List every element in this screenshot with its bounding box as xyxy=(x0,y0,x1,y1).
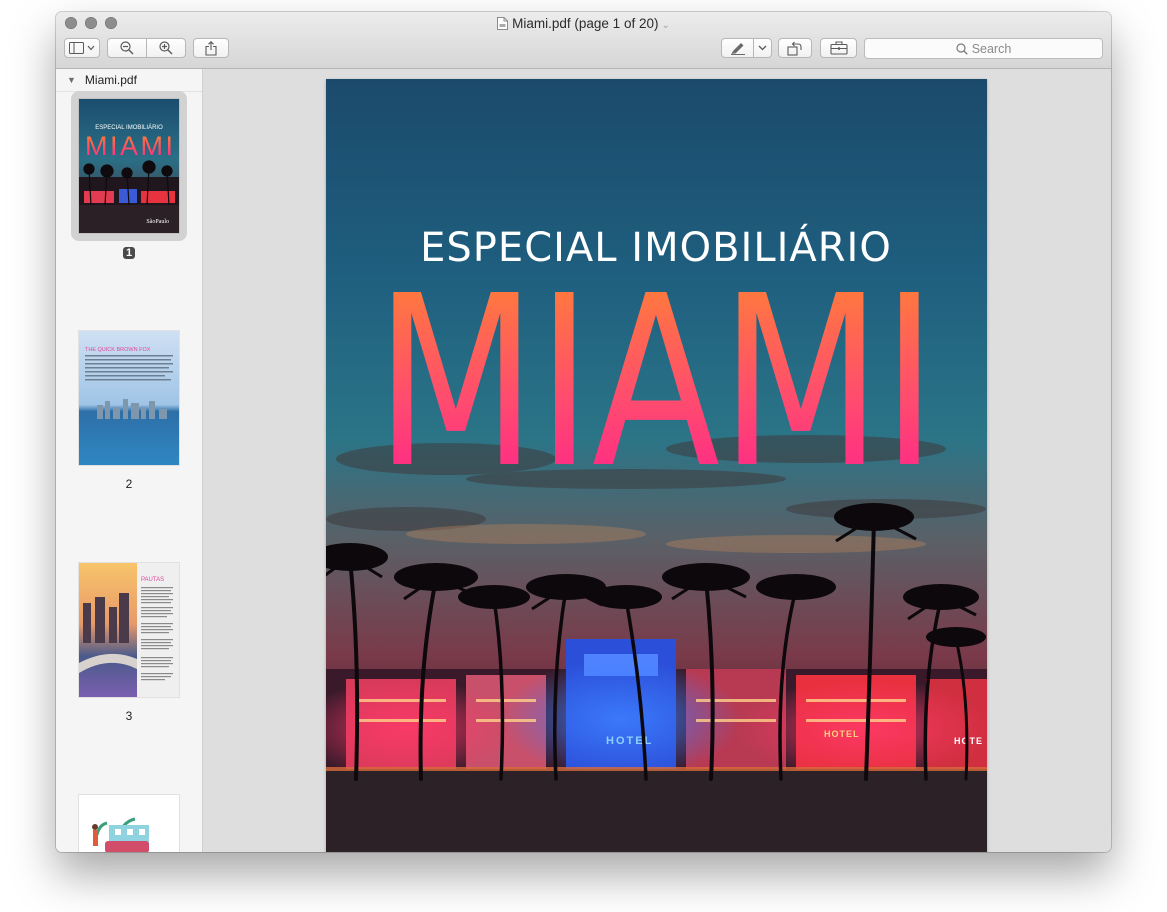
page-number-1: 1 xyxy=(122,247,136,259)
sidebar-icon xyxy=(69,42,95,54)
thumb2-heading: THE QUICK BROWN FOX xyxy=(85,347,151,353)
title-bar: Miami.pdf (page 1 of 20) ⌄ Search xyxy=(56,12,1111,69)
thumbnail-page-1[interactable]: ESPECIAL IMOBILIÁRIO MIAMI SãoPaulo xyxy=(79,99,179,233)
search-icon xyxy=(956,42,968,55)
hotel-sign-3: HOTE xyxy=(954,736,983,746)
chevron-down-icon xyxy=(758,45,767,51)
zoom-out-button[interactable] xyxy=(107,38,147,58)
thumbnail-page-3[interactable]: PAUTAS xyxy=(79,563,179,697)
thumb1-title: MIAMI xyxy=(85,131,173,161)
cover-title: MIAMI xyxy=(375,245,937,520)
preview-window: Miami.pdf (page 1 of 20) ⌄ Search ▼ Miam… xyxy=(56,12,1111,852)
highlight-options-button[interactable] xyxy=(753,38,772,58)
sidebar-file-name: Miami.pdf xyxy=(84,73,137,87)
highlight-button[interactable] xyxy=(721,38,754,58)
hotel-sign-1: HOTEL xyxy=(606,735,653,747)
thumb1-logo: SãoPaulo xyxy=(146,219,169,225)
markup-toolbar-button[interactable] xyxy=(820,38,857,58)
search-field[interactable]: Search xyxy=(864,38,1103,59)
page-number-2: 2 xyxy=(125,477,133,491)
thumbnail-sidebar[interactable]: ▼ Miami.pdf ESPECIAL IMOBILIÁRIO MIAMI S… xyxy=(56,69,203,852)
zoom-in-icon xyxy=(159,41,173,55)
share-icon xyxy=(205,40,217,56)
thumb1-subtitle: ESPECIAL IMOBILIÁRIO xyxy=(95,124,163,131)
thumbnail-page-4[interactable] xyxy=(79,795,179,852)
title-chevron-down-icon[interactable]: ⌄ xyxy=(661,20,669,31)
page-number-3: 3 xyxy=(125,709,133,723)
sidebar-file-header[interactable]: ▼ Miami.pdf xyxy=(56,69,202,92)
pdf-document-icon xyxy=(497,17,509,34)
thumbnail-page-number: 1 xyxy=(56,245,202,259)
window-title[interactable]: Miami.pdf (page 1 of 20) ⌄ xyxy=(56,16,1111,34)
zoom-out-icon xyxy=(120,41,134,55)
disclosure-triangle-icon[interactable]: ▼ xyxy=(67,75,76,85)
sidebar-view-button[interactable] xyxy=(64,38,100,58)
hotel-sign-2: HOTEL xyxy=(824,729,860,739)
thumb3-heading: PAUTAS xyxy=(141,577,164,583)
highlighter-pen-icon xyxy=(730,43,745,55)
thumbnail-page-2[interactable]: THE QUICK BROWN FOX xyxy=(79,331,179,465)
window-title-text: Miami.pdf (page 1 of 20) xyxy=(512,16,659,31)
pdf-page-1[interactable]: HOTEL HOTEL HOTE ESPECIAL IMOBILIÁRIO MI… xyxy=(326,79,987,852)
rotate-button[interactable] xyxy=(778,38,812,58)
document-view[interactable]: HOTEL HOTEL HOTE ESPECIAL IMOBILIÁRIO MI… xyxy=(203,69,1111,852)
search-placeholder: Search xyxy=(971,41,1012,56)
rotate-icon xyxy=(787,41,802,56)
toolbox-icon xyxy=(829,41,848,55)
share-button[interactable] xyxy=(193,38,229,58)
zoom-in-button[interactable] xyxy=(146,38,186,58)
